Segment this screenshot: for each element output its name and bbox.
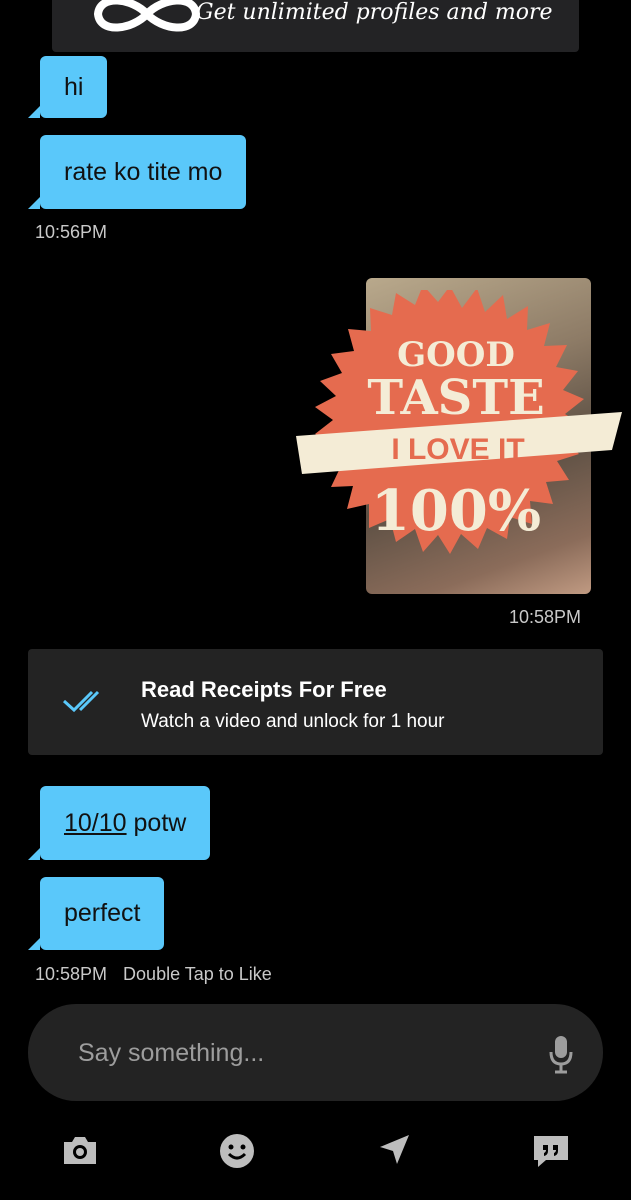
double-tap-hint: Double Tap to Like bbox=[123, 964, 272, 984]
read-receipts-card[interactable]: Read Receipts For Free Watch a video and… bbox=[28, 649, 603, 755]
read-receipts-title: Read Receipts For Free bbox=[141, 677, 387, 702]
message-bubble[interactable]: perfect bbox=[28, 877, 165, 950]
message-bubble[interactable]: rate ko tite mo bbox=[28, 135, 247, 209]
message-link[interactable]: 10/10 bbox=[64, 809, 127, 838]
message-timestamp: 10:58PM bbox=[35, 964, 108, 984]
message-text: rate ko tite mo bbox=[64, 157, 223, 186]
bubble-tail bbox=[28, 197, 40, 209]
emoji-icon[interactable] bbox=[218, 1132, 256, 1170]
message-input[interactable] bbox=[76, 1032, 500, 1074]
read-receipts-subtitle: Watch a video and unlock for 1 hour bbox=[141, 711, 445, 732]
good-taste-sticker: GOOD TASTE I LOVE IT 100% bbox=[296, 290, 622, 554]
message-bubble[interactable]: 10/10 potw bbox=[28, 786, 211, 860]
message-bubble[interactable]: hi bbox=[28, 56, 108, 118]
location-arrow-icon[interactable] bbox=[376, 1132, 412, 1168]
double-check-icon bbox=[62, 690, 100, 713]
photo-timestamp: 10:58PM bbox=[509, 607, 582, 627]
sticker-line1: GOOD bbox=[397, 335, 515, 375]
bubble-tail bbox=[28, 848, 40, 860]
sticker-line2: TASTE bbox=[367, 370, 544, 426]
message-text: hi bbox=[64, 72, 84, 101]
upgrade-banner[interactable]: Get unlimited profiles and more bbox=[52, 0, 579, 52]
bubble-tail bbox=[28, 938, 40, 950]
message-composer bbox=[28, 1004, 603, 1101]
sticker-percent: 100% bbox=[371, 478, 541, 544]
quick-replies-icon[interactable] bbox=[530, 1132, 572, 1170]
sent-photo[interactable]: GOOD TASTE I LOVE IT 100% bbox=[296, 278, 622, 594]
upgrade-banner-text: Get unlimited profiles and more bbox=[196, 0, 553, 25]
camera-icon[interactable] bbox=[60, 1132, 100, 1168]
message-timestamp: 10:56PM bbox=[35, 222, 108, 242]
sticker-ribbon: I LOVE IT bbox=[391, 433, 524, 466]
message-text: perfect bbox=[64, 899, 141, 927]
microphone-icon[interactable] bbox=[548, 1034, 574, 1074]
message-timestamp-row: 10:58PM Double Tap to Like bbox=[35, 964, 272, 985]
bubble-tail bbox=[28, 106, 40, 118]
message-text: potw bbox=[126, 808, 187, 837]
